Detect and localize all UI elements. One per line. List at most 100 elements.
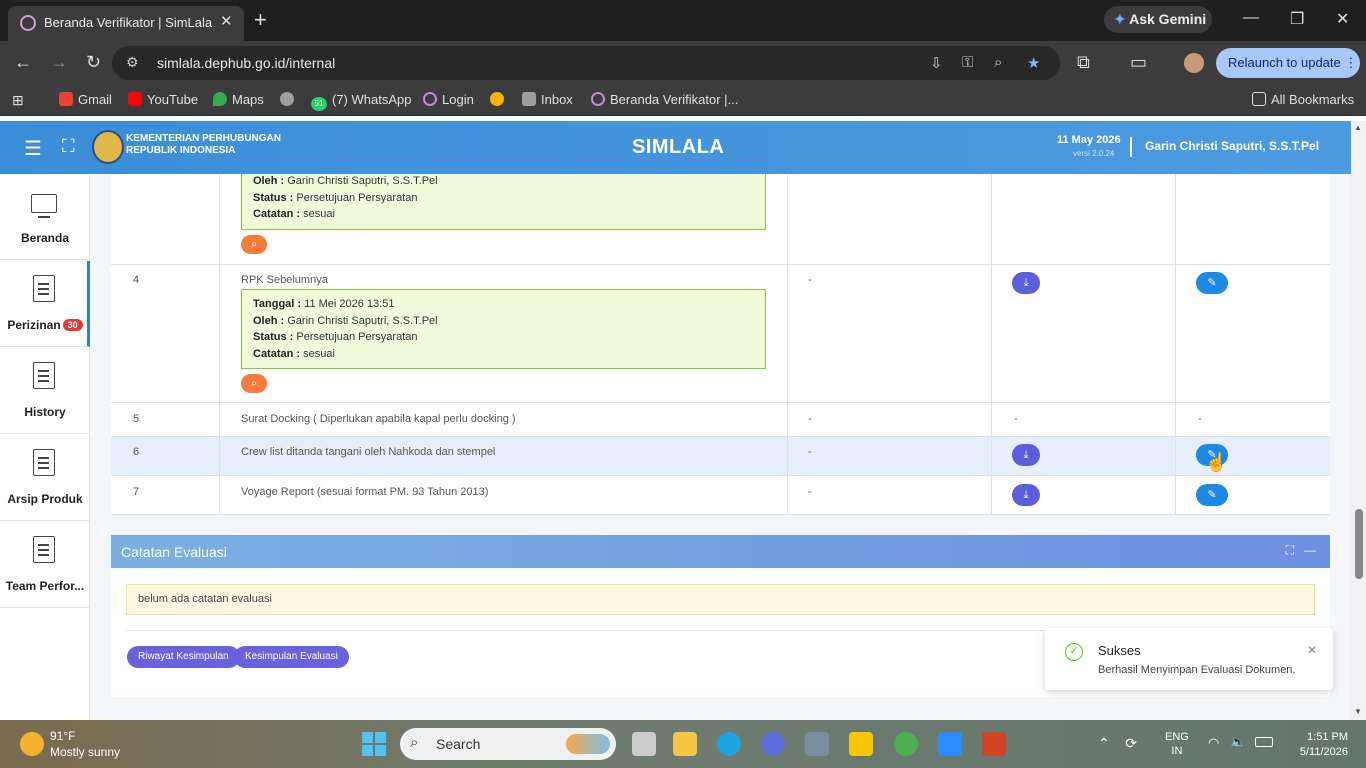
login-favicon-icon xyxy=(423,92,437,106)
edit-icon: ✎ xyxy=(1207,277,1217,289)
forward-icon[interactable]: → xyxy=(50,52,68,73)
new-tab-icon[interactable]: + xyxy=(254,7,267,33)
edit-button[interactable]: ✎ xyxy=(1196,272,1228,294)
windows-start-icon[interactable] xyxy=(362,732,386,756)
address-bar[interactable]: ⚙ simlala.dephub.go.id/internal ⇩ ⚿ ⌕ ★ xyxy=(112,46,1060,80)
expand-icon[interactable]: ⛶ xyxy=(1286,543,1294,557)
language-indicator[interactable]: ENG IN xyxy=(1165,730,1189,758)
bookmark-pinwheel[interactable] xyxy=(490,92,509,107)
chevron-up-icon[interactable]: ⌃ xyxy=(1098,735,1110,751)
volume-icon[interactable]: 🔈 xyxy=(1230,734,1246,750)
scroll-down-icon[interactable]: ▼ xyxy=(1354,707,1362,716)
chrome-icon[interactable] xyxy=(894,732,918,756)
battery-icon[interactable] xyxy=(1255,737,1273,747)
relaunch-button[interactable]: Relaunch to update ⋮ xyxy=(1216,48,1360,78)
bookmark-beranda[interactable]: Beranda Verifikator |... xyxy=(591,92,738,107)
row-number: 7 xyxy=(133,486,140,498)
sidebar-item-team-performance[interactable]: Team Perfor... xyxy=(0,522,90,608)
app-header: ☰ ⛶ KEMENTERIAN PERHUBUNGAN REPUBLIK IND… xyxy=(0,121,1351,174)
download-icon: ⤓ xyxy=(1023,277,1029,289)
maximize-icon[interactable]: ❐ xyxy=(1290,9,1304,29)
sidebar-item-beranda[interactable]: Beranda xyxy=(0,174,90,260)
view-note-button[interactable]: ⌕ xyxy=(241,235,267,254)
document-name: Surat Docking ( Diperlukan apabila kapal… xyxy=(241,413,516,425)
bookmark-globe[interactable] xyxy=(280,92,299,107)
previous-row-note: Oleh : Garin Christi Saputri, S.S.T.Pel … xyxy=(241,174,766,230)
wifi-icon[interactable]: ◠ xyxy=(1208,735,1219,751)
relaunch-label: Relaunch to update xyxy=(1228,55,1341,70)
download-button[interactable]: ⤓ xyxy=(1012,444,1040,466)
site-info-icon[interactable]: ⚙ xyxy=(126,54,139,71)
edge-icon[interactable] xyxy=(717,732,741,756)
collapse-icon[interactable]: — xyxy=(1304,543,1316,557)
profile-avatar[interactable] xyxy=(1184,53,1204,73)
download-button[interactable]: ⤓ xyxy=(1012,272,1040,294)
edit-button[interactable]: ✎ xyxy=(1196,484,1228,506)
reload-icon[interactable]: ↻ xyxy=(86,52,101,73)
tab-search-icon[interactable]: ▭ xyxy=(1130,52,1147,73)
sidebar-item-history[interactable]: History xyxy=(0,348,90,434)
close-window-icon[interactable]: ✕ xyxy=(1336,9,1349,29)
row-value: - xyxy=(1198,413,1202,425)
bookmark-whatsapp[interactable]: 51 (7) WhatsApp xyxy=(311,92,411,111)
scroll-up-icon[interactable]: ▲ xyxy=(1354,123,1362,132)
apps-icon[interactable]: ⊞ xyxy=(12,92,24,109)
success-toast: ✓ Sukses Berhasil Menyimpan Evaluasi Dok… xyxy=(1045,628,1333,690)
bookmark-login[interactable]: Login xyxy=(423,92,474,107)
browser-toolbar: ← → ↻ ⚙ simlala.dephub.go.id/internal ⇩ … xyxy=(0,41,1366,84)
bookmark-gmail[interactable]: Gmail xyxy=(59,92,112,107)
bookmark-star-icon[interactable]: ★ xyxy=(1027,54,1040,72)
check-circle-icon: ✓ xyxy=(1065,643,1083,661)
back-icon[interactable]: ← xyxy=(14,52,32,73)
more-icon: ⋮ xyxy=(1344,55,1358,70)
windows-taskbar: 91°F Mostly sunny ⌕ Search ⌃ ⟳ ENG IN ◠ … xyxy=(0,720,1366,768)
app-icon[interactable] xyxy=(761,732,785,756)
tab-close-icon[interactable]: ✕ xyxy=(220,12,233,30)
hamburger-menu-icon[interactable]: ☰ xyxy=(24,136,42,161)
row-number: 6 xyxy=(133,446,140,458)
camera-icon[interactable] xyxy=(805,732,829,756)
riwayat-kesimpulan-button[interactable]: Riwayat Kesimpulan xyxy=(127,646,240,668)
powerpoint-icon[interactable] xyxy=(982,732,1006,756)
kesimpulan-evaluasi-button[interactable]: Kesimpulan Evaluasi xyxy=(234,646,349,668)
taskbar-clock[interactable]: 1:51 PM 5/11/2026 xyxy=(1292,730,1348,760)
minimize-icon[interactable]: — xyxy=(1243,9,1259,27)
header-version: versi 2.0.24 xyxy=(1073,149,1115,158)
sync-icon[interactable]: ⟳ xyxy=(1125,735,1137,751)
sidebar-item-arsip-produk[interactable]: Arsip Produk xyxy=(0,435,90,521)
bookmark-youtube[interactable]: YouTube xyxy=(128,92,198,107)
toast-close-icon[interactable]: ✕ xyxy=(1307,643,1317,657)
task-view-icon[interactable] xyxy=(632,732,656,756)
browser-tab[interactable]: Beranda Verifikator | SimLala ✕ xyxy=(8,6,244,41)
zoom-app-icon[interactable] xyxy=(938,732,962,756)
weather-temperature: 91°F xyxy=(50,729,76,743)
note-label: Status : xyxy=(253,331,294,343)
zoom-icon[interactable]: ⌕ xyxy=(994,54,1002,71)
favicon-icon xyxy=(20,15,36,31)
bookmark-inbox[interactable]: Inbox xyxy=(522,92,573,107)
extensions-icon[interactable]: ⧉ xyxy=(1077,52,1090,73)
scrollbar-thumb[interactable] xyxy=(1355,509,1363,579)
all-bookmarks[interactable]: All Bookmarks xyxy=(1252,92,1354,107)
taskbar-search[interactable]: ⌕ Search xyxy=(400,728,616,760)
ask-gemini-button[interactable]: ✦ Ask Gemini xyxy=(1104,6,1212,33)
row-number: 4 xyxy=(133,274,140,286)
fullscreen-icon[interactable]: ⛶ xyxy=(62,136,75,157)
view-note-button[interactable]: ⌕ xyxy=(241,374,267,393)
note-value: sesuai xyxy=(303,347,335,360)
cursor-hand-icon: ☝ xyxy=(1205,452,1228,472)
bookmark-maps[interactable]: Maps xyxy=(213,92,264,107)
sidebar-item-perizinan[interactable]: Perizinan 30 xyxy=(0,261,90,347)
install-app-icon[interactable]: ⇩ xyxy=(930,54,943,72)
download-button[interactable]: ⤓ xyxy=(1012,484,1040,506)
page-scrollbar[interactable]: ▲ ▼ xyxy=(1351,121,1366,720)
bookmark-label: Login xyxy=(442,92,474,107)
file-explorer-icon[interactable] xyxy=(673,732,697,756)
row-value: - xyxy=(808,486,812,498)
sticky-notes-icon[interactable] xyxy=(849,732,873,756)
row-divider xyxy=(111,475,1330,476)
url-path: /internal xyxy=(285,55,336,71)
password-key-icon[interactable]: ⚿ xyxy=(962,54,973,71)
column-divider xyxy=(1175,174,1176,515)
header-user[interactable]: Garin Christi Saputri, S.S.T.Pel xyxy=(1145,139,1319,153)
